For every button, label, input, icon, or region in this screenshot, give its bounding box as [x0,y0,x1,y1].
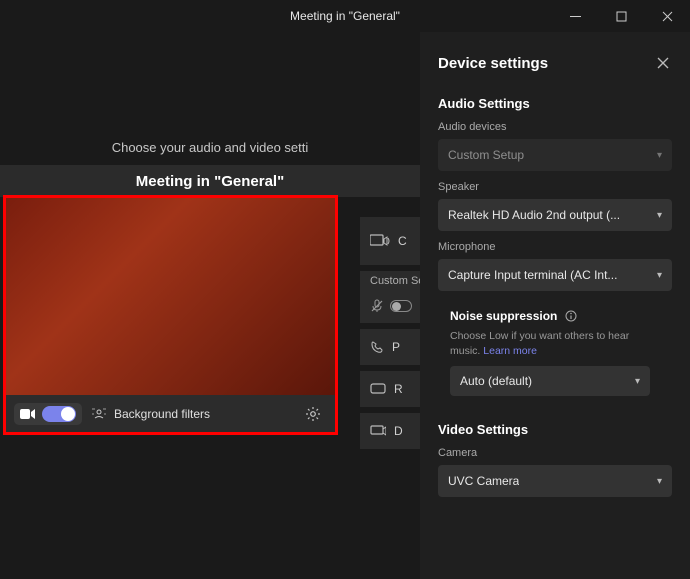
option-room-audio[interactable]: R [360,371,420,407]
close-button[interactable] [644,0,690,32]
title-bar: Meeting in "General" [0,0,690,32]
device-settings-button[interactable] [299,400,327,428]
video-preview-highlighted: Background filters [3,195,338,435]
video-section-title: Video Settings [438,422,672,437]
custom-setup-label: Custom Set [370,275,420,287]
audio-section-title: Audio Settings [438,96,672,111]
option-dont-use-audio[interactable]: D [360,413,420,449]
speaker-select[interactable]: Realtek HD Audio 2nd output (... ▾ [438,199,672,231]
camera-icon [20,408,36,420]
camera-select[interactable]: UVC Camera ▾ [438,465,672,497]
select-value: Custom Setup [448,148,524,162]
window-title: Meeting in "General" [290,9,400,23]
select-value: UVC Camera [448,474,519,488]
learn-more-link[interactable]: Learn more [483,345,537,357]
device-settings-panel: Device settings Audio Settings Audio dev… [420,32,690,579]
minimize-icon [570,11,581,22]
camera-label: Camera [438,447,672,459]
toggle-knob [61,407,75,421]
background-filters-label: Background filters [114,407,210,421]
select-value: Capture Input terminal (AC Int... [448,268,617,282]
option-label: C [398,234,407,248]
select-value: Auto (default) [460,374,532,388]
select-value: Realtek HD Audio 2nd output (... [448,208,620,222]
window-controls [552,0,690,32]
mic-toggle[interactable] [390,300,412,312]
panel-close-button[interactable] [654,54,672,72]
panel-header: Device settings [438,54,672,72]
panel-title: Device settings [438,55,548,72]
close-icon [657,57,669,69]
screen-share-icon [370,425,386,437]
chevron-down-icon: ▾ [635,376,640,387]
speaker-label: Speaker [438,181,672,193]
camera-toggle[interactable] [42,406,76,422]
computer-audio-icon [370,233,390,249]
noise-desc-text: Choose Low if you want others to hear mu… [450,330,629,357]
prejoin-area: Choose your audio and video setti Meetin… [0,32,420,579]
option-phone-audio[interactable]: P [360,329,420,365]
option-label: D [394,424,403,438]
microphone-select[interactable]: Capture Input terminal (AC Int... ▾ [438,259,672,291]
noise-suppression-select[interactable]: Auto (default) ▾ [450,366,650,396]
option-label: P [392,340,400,354]
maximize-icon [616,11,627,22]
option-label: R [394,382,403,396]
background-filters-button[interactable]: Background filters [92,407,210,421]
microphone-label: Microphone [438,241,672,253]
camera-toggle-group [14,403,82,425]
info-icon[interactable] [565,310,577,322]
maximize-button[interactable] [598,0,644,32]
audio-devices-select[interactable]: Custom Setup ▾ [438,139,672,171]
chevron-down-icon: ▾ [657,270,662,281]
minimize-button[interactable] [552,0,598,32]
chevron-down-icon: ▾ [657,150,662,161]
room-icon [370,383,386,395]
option-computer-audio[interactable]: C [360,217,420,265]
background-filters-icon [92,407,106,421]
chevron-down-icon: ▾ [657,476,662,487]
camera-preview [6,198,335,395]
option-custom-setup-row: Custom Set [360,271,420,323]
chevron-down-icon: ▾ [657,210,662,221]
video-toolbar: Background filters [6,395,335,432]
noise-suppression-title: Noise suppression [450,309,557,323]
audio-devices-label: Audio devices [438,121,672,133]
meeting-title: Meeting in "General" [0,165,420,197]
audio-options-column: C Custom Set P R D [360,217,420,455]
phone-icon [370,340,384,354]
noise-suppression-block: Noise suppression Choose Low if you want… [450,309,672,396]
noise-suppression-desc: Choose Low if you want others to hear mu… [450,329,650,358]
mic-off-icon [370,299,384,313]
prejoin-prompt: Choose your audio and video setti [0,140,420,155]
close-icon [662,11,673,22]
gear-icon [305,406,321,422]
